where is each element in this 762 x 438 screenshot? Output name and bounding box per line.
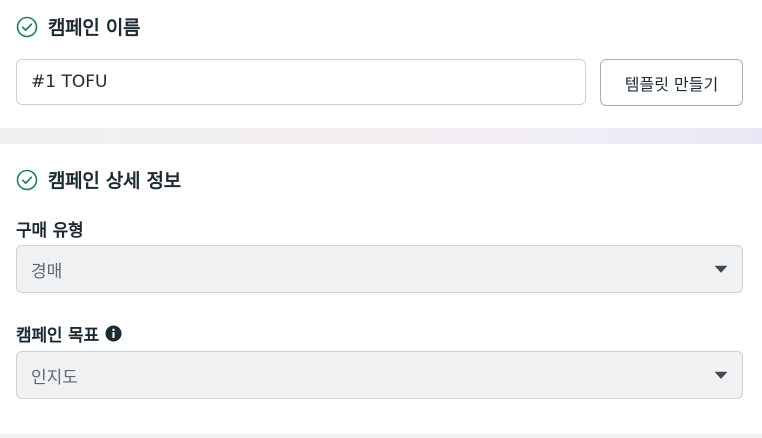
buying-type-label-text: 구매 유형: [16, 221, 84, 241]
campaign-details-section: 캠페인 상세 정보 구매 유형 경매 캠페인 목표 인지도: [0, 144, 762, 434]
create-template-button[interactable]: 템플릿 만들기: [600, 59, 743, 106]
check-circle-icon: [16, 169, 38, 190]
campaign-objective-label-text: 캠페인 목표: [16, 326, 99, 346]
campaign-name-input[interactable]: [16, 59, 586, 105]
section-divider: [0, 128, 762, 144]
info-icon[interactable]: [105, 325, 122, 342]
campaign-objective-select[interactable]: 인지도: [16, 351, 743, 399]
campaign-objective-label: 캠페인 목표: [16, 321, 122, 346]
campaign-name-section: 캠페인 이름 템플릿 만들기: [0, 0, 762, 128]
campaign-name-title: 캠페인 이름: [48, 17, 141, 39]
buying-type-select[interactable]: 경매: [16, 245, 743, 293]
caret-down-icon: [715, 265, 727, 273]
campaign-details-title: 캠페인 상세 정보: [48, 170, 181, 192]
buying-type-label: 구매 유형: [16, 216, 84, 241]
check-circle-icon: [16, 16, 38, 37]
bottom-divider: [0, 434, 762, 438]
campaign-details-header: 캠페인 상세 정보: [16, 166, 181, 193]
buying-type-selected-value: 경매: [31, 261, 63, 282]
campaign-name-header: 캠페인 이름: [16, 13, 141, 40]
caret-down-icon: [715, 371, 727, 379]
campaign-objective-selected-value: 인지도: [31, 367, 78, 388]
campaign-settings-page: 캠페인 이름 템플릿 만들기 캠페인 상세 정보 구매 유형 경매 캠페인 목표: [0, 0, 762, 438]
